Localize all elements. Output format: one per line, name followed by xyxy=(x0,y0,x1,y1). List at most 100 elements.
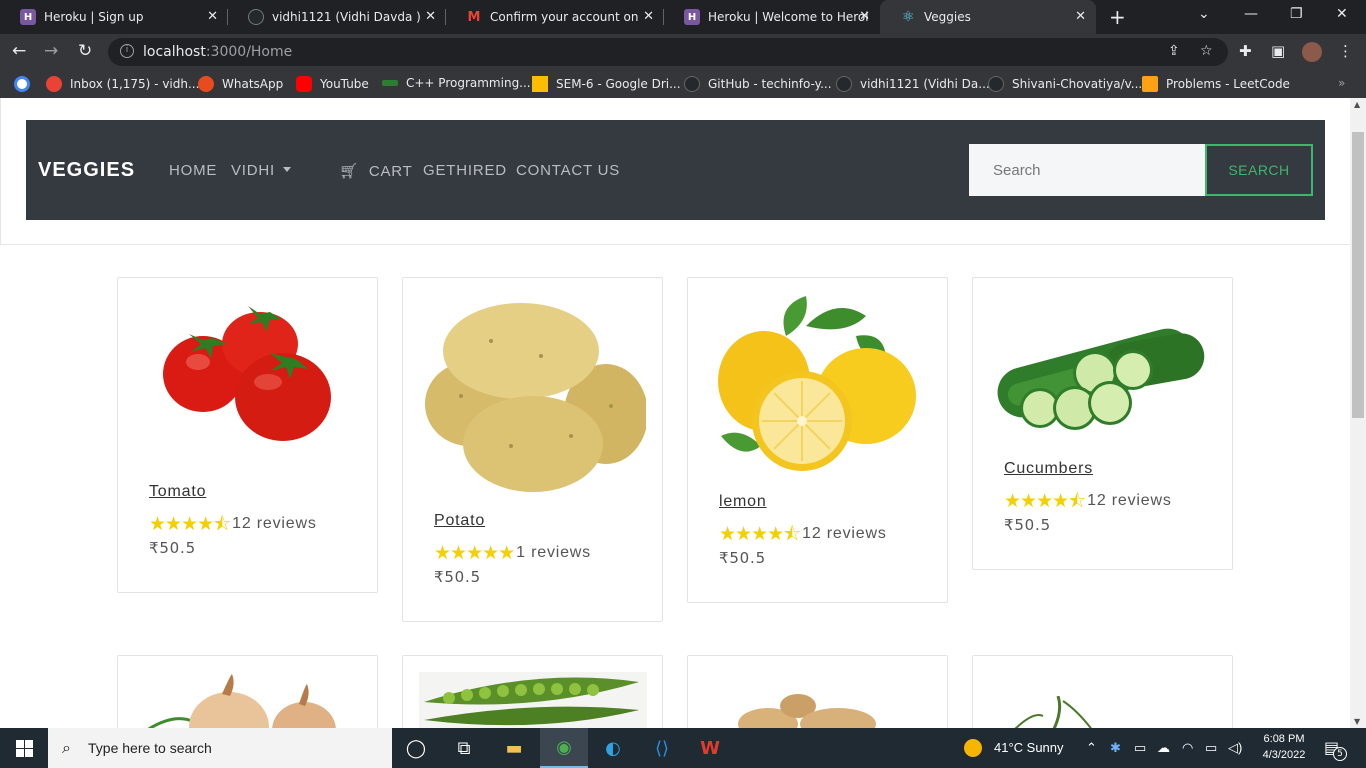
site-info-icon[interactable]: i xyxy=(120,44,134,58)
rating-stars-icon: ★★★★★ xyxy=(434,542,515,564)
nav-home[interactable]: HOME xyxy=(169,162,217,179)
nav-cart[interactable]: 🛒︎ CART xyxy=(339,162,413,180)
vscode-icon[interactable]: ⟨⟩ xyxy=(638,728,686,768)
forward-icon[interactable]: → xyxy=(44,41,58,61)
nav-contact-us[interactable]: CONTACT US xyxy=(516,162,620,179)
rating-stars-icon: ★★★★⯪ xyxy=(719,523,801,545)
meet-now-icon[interactable]: ▭ xyxy=(1134,740,1146,756)
url-text[interactable]: localhost:3000/Home xyxy=(143,44,292,60)
browser-toolbar: ← → ↻ i localhost:3000/Home ⇪ ☆ ✚ ▣ ⋮ xyxy=(0,34,1366,70)
product-card: Tomato ★★★★⯪ 12 reviews ₹50.5 xyxy=(117,277,378,593)
tab-title: Confirm your account on Her xyxy=(490,10,642,24)
product-name-link[interactable]: lemon xyxy=(719,493,767,511)
bookmark-item[interactable]: Inbox (1,175) - vidh... xyxy=(46,76,199,92)
heroku-icon: H xyxy=(20,9,36,25)
bluetooth-icon[interactable]: ✱ xyxy=(1110,740,1121,756)
scrollbar-thumb[interactable] xyxy=(1352,132,1364,418)
search-button[interactable]: SEARCH xyxy=(1205,144,1313,196)
bookmark-star-icon[interactable]: ☆ xyxy=(1200,43,1213,59)
windows-start-icon[interactable] xyxy=(16,740,33,757)
brand-logo[interactable]: VEGGIES xyxy=(38,159,135,182)
file-explorer-icon[interactable]: ▬ xyxy=(490,728,538,768)
google-icon[interactable] xyxy=(14,76,38,92)
product-name-link[interactable]: Potato xyxy=(434,512,485,530)
browser-tab[interactable]: H Heroku | Sign up ✕ xyxy=(0,0,228,34)
scroll-down-icon[interactable]: ▼ xyxy=(1354,717,1360,726)
wps-office-icon[interactable]: W xyxy=(686,728,734,768)
leetcode-icon xyxy=(1142,76,1158,92)
address-bar[interactable]: i localhost:3000/Home ⇪ ☆ xyxy=(108,38,1228,66)
clock-time: 6:08 PM xyxy=(1263,733,1305,745)
wifi-icon[interactable]: ◠ xyxy=(1182,740,1193,756)
more-bookmarks-icon[interactable]: » xyxy=(1338,76,1345,90)
product-price: ₹50.5 xyxy=(1004,516,1051,534)
close-window-button[interactable]: ✕ xyxy=(1336,6,1348,22)
close-icon[interactable]: ✕ xyxy=(643,9,654,24)
close-icon[interactable]: ✕ xyxy=(207,9,218,24)
cortana-icon[interactable]: ◯ xyxy=(392,728,440,768)
peas-image xyxy=(419,672,647,728)
cart-icon: 🛒︎ xyxy=(339,163,359,180)
browser-tab[interactable]: vidhi1121 (Vidhi Davda ) ✕ xyxy=(228,0,446,34)
restore-button[interactable]: ❐ xyxy=(1290,6,1303,22)
share-icon[interactable]: ⇪ xyxy=(1168,43,1180,59)
tab-title: vidhi1121 (Vidhi Davda ) xyxy=(272,10,421,24)
heroku-icon: H xyxy=(684,9,700,25)
close-icon[interactable]: ✕ xyxy=(1075,9,1086,24)
edge-icon[interactable]: ◐ xyxy=(589,728,637,768)
avatar[interactable] xyxy=(1302,42,1322,62)
nav-vidhi-dropdown[interactable]: VIDHI xyxy=(231,162,292,179)
nav-gethired[interactable]: GETHIRED xyxy=(423,162,507,179)
product-card: Cucumbers ★★★★⯪ 12 reviews ₹50.5 xyxy=(972,277,1233,570)
bookmark-item[interactable]: Problems - LeetCode xyxy=(1142,76,1290,92)
reload-icon[interactable]: ↻ xyxy=(78,41,92,61)
page-viewport: VEGGIES HOME VIDHI 🛒︎ CART GETHIRED CONTA… xyxy=(0,98,1350,728)
tab-search-icon[interactable]: ⌄ xyxy=(1198,6,1210,22)
show-hidden-icons-icon[interactable]: ⌃ xyxy=(1086,740,1097,756)
browser-tab[interactable]: H Heroku | Welcome to Heroku ✕ xyxy=(664,0,880,34)
onedrive-icon[interactable]: ☁ xyxy=(1157,740,1170,756)
menu-icon[interactable]: ⋮ xyxy=(1338,42,1353,60)
product-price: ₹50.5 xyxy=(434,568,481,586)
new-tab-button[interactable]: + xyxy=(1109,5,1126,29)
bookmark-item[interactable]: GitHub - techinfo-y... xyxy=(684,76,832,92)
bookmark-item[interactable]: WhatsApp xyxy=(198,76,283,92)
main-navbar: VEGGIES HOME VIDHI 🛒︎ CART GETHIRED CONTA… xyxy=(26,120,1325,220)
youtube-icon xyxy=(296,76,312,92)
github-icon xyxy=(988,76,1004,92)
volume-icon[interactable]: ◁) xyxy=(1228,740,1242,756)
page-scrollbar[interactable]: ▲ ▼ xyxy=(1350,98,1366,728)
task-view-icon[interactable]: ⧉ xyxy=(440,728,488,768)
rating-stars-icon: ★★★★⯪ xyxy=(1004,490,1086,512)
weather-sun-icon[interactable] xyxy=(964,739,982,757)
bookmark-item[interactable]: Shivani-Chovatiya/v... xyxy=(988,76,1142,92)
battery-icon[interactable]: ▭ xyxy=(1205,740,1217,756)
system-clock[interactable]: 6:08 PM 4/3/2022 xyxy=(1258,731,1310,763)
minimize-button[interactable]: — xyxy=(1244,6,1258,22)
search-icon: ⌕ xyxy=(62,738,71,757)
chrome-icon[interactable]: ◉ xyxy=(540,728,588,768)
side-panel-icon[interactable]: ▣ xyxy=(1271,42,1285,60)
github-icon xyxy=(248,9,264,25)
search-input[interactable] xyxy=(969,144,1205,196)
browser-tab-active[interactable]: ⚛ Veggies ✕ xyxy=(880,0,1096,34)
back-icon[interactable]: ← xyxy=(12,41,26,61)
bookmark-item[interactable]: vidhi1121 (Vidhi Da... xyxy=(836,76,990,92)
close-icon[interactable]: ✕ xyxy=(425,9,436,24)
bookmark-item[interactable]: YouTube xyxy=(296,76,369,92)
taskbar-search[interactable]: ⌕ Type here to search xyxy=(48,728,392,768)
onion-image xyxy=(147,674,336,728)
close-icon[interactable]: ✕ xyxy=(859,9,870,24)
scroll-up-icon[interactable]: ▲ xyxy=(1354,100,1360,109)
windows-taskbar: ⌕ Type here to search ◯ ⧉ ▬ ◉ ◐ ⟨⟩ W 41°… xyxy=(0,728,1366,768)
bookmark-item[interactable]: SEM-6 - Google Dri... xyxy=(532,76,681,92)
product-name-link[interactable]: Tomato xyxy=(149,483,206,501)
browser-tab-strip: H Heroku | Sign up ✕ vidhi1121 (Vidhi Da… xyxy=(0,0,1366,34)
weather-text[interactable]: 41°C Sunny xyxy=(994,740,1064,755)
extensions-icon[interactable]: ✚ xyxy=(1239,42,1252,60)
tab-title: Heroku | Sign up xyxy=(44,10,144,24)
product-name-link[interactable]: Cucumbers xyxy=(1004,460,1093,478)
browser-tab[interactable]: M Confirm your account on Her ✕ xyxy=(446,0,664,34)
bookmark-item[interactable]: C++ Programming... xyxy=(382,76,531,90)
tomato-image xyxy=(163,306,331,441)
